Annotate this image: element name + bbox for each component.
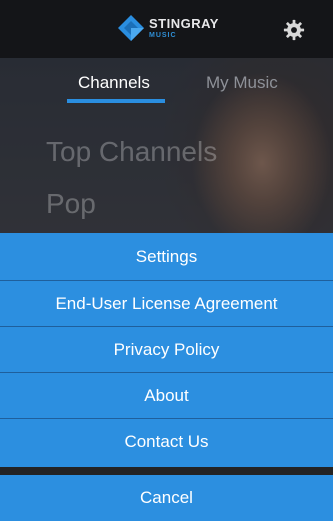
contact-us-button[interactable]: Contact Us [0,418,333,464]
cancel-button[interactable]: Cancel [0,475,333,521]
brand-logo: STINGRAY MUSIC [117,13,219,43]
about-button[interactable]: About [0,372,333,418]
category-pop[interactable]: Pop [46,188,96,220]
tab-my-music[interactable]: My Music [206,73,278,93]
app-header: STINGRAY MUSIC [0,0,333,58]
sheet-separator [0,467,333,475]
stingray-logo-icon [118,15,144,41]
tab-channels[interactable]: Channels [78,73,150,93]
settings-button[interactable]: Settings [0,233,333,280]
active-tab-indicator [67,99,165,103]
privacy-policy-button[interactable]: Privacy Policy [0,326,333,372]
brand-subtitle: MUSIC [149,32,177,39]
brand-name: STINGRAY [149,16,219,31]
action-sheet: Settings End-User License Agreement Priv… [0,233,333,467]
eula-button[interactable]: End-User License Agreement [0,280,333,326]
gear-icon[interactable] [283,19,305,41]
category-top-channels[interactable]: Top Channels [46,136,217,168]
